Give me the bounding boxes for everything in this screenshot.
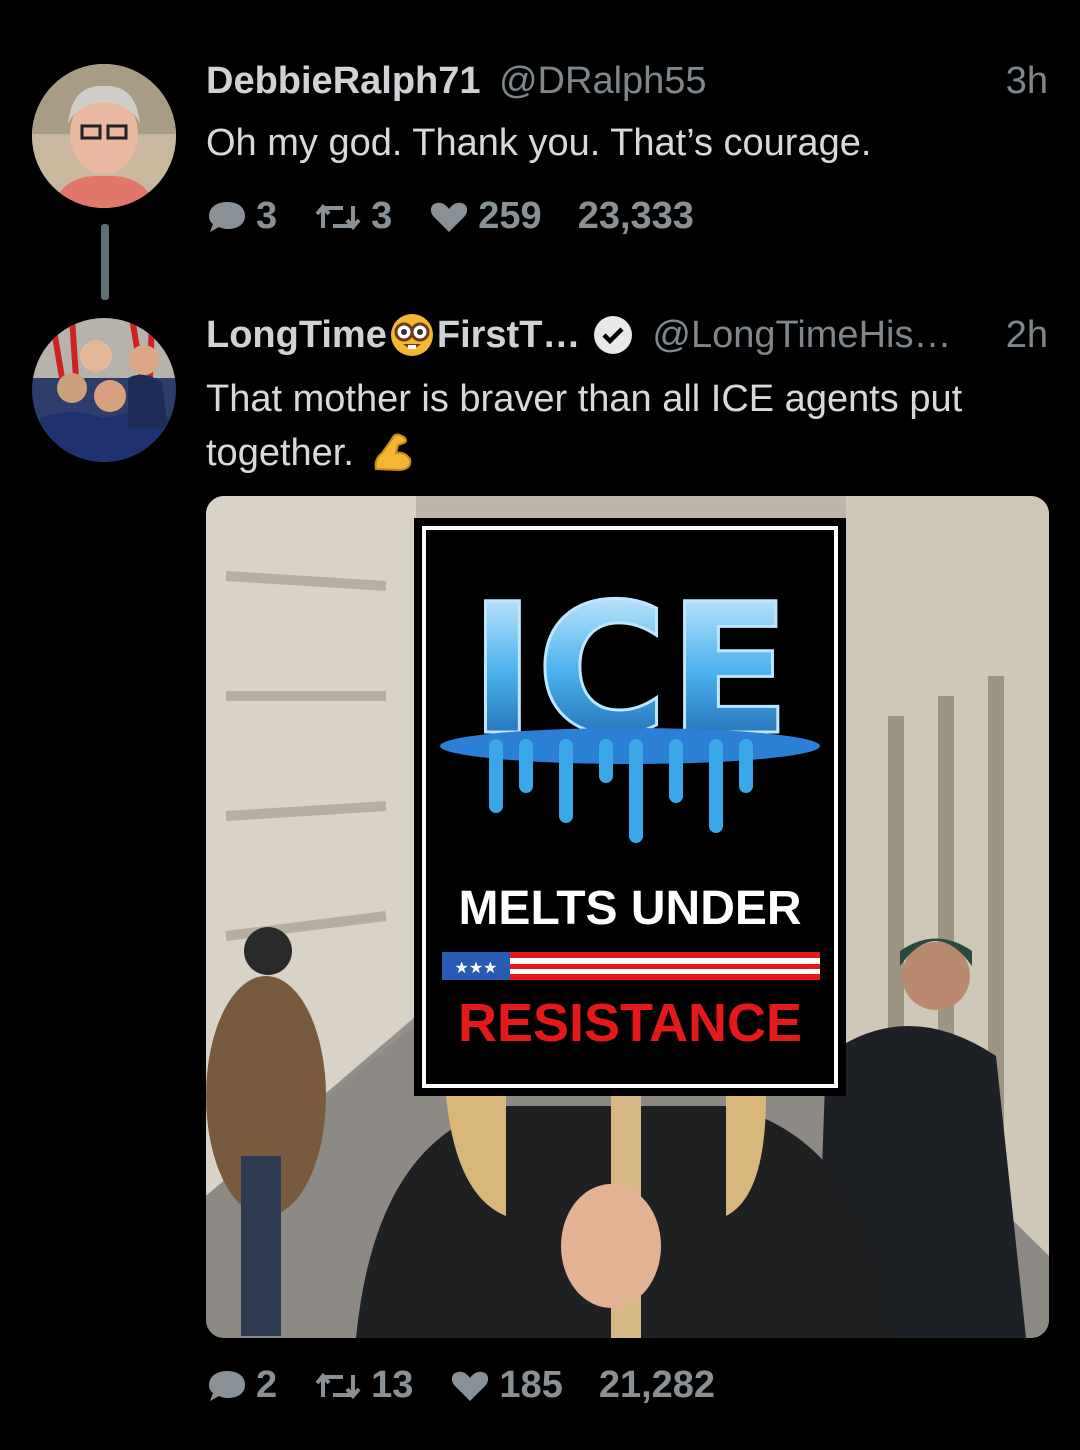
- avatar-image: [32, 318, 176, 462]
- tweet-media-image[interactable]: ICE MELTS UNDER ★★★ RESISTANCE: [206, 496, 1049, 1338]
- views-stat[interactable]: 21,282: [599, 1364, 715, 1407]
- avatar[interactable]: [32, 318, 176, 462]
- author-name-start[interactable]: LongTime: [206, 314, 387, 357]
- reply-count: 2: [256, 1364, 278, 1406]
- like-count: 185: [499, 1364, 563, 1406]
- views-stat[interactable]: 23,333: [578, 195, 694, 238]
- like-button[interactable]: 185: [449, 1364, 563, 1407]
- tweet-time[interactable]: 3h: [1006, 60, 1048, 103]
- avatar-image: [32, 64, 176, 208]
- retweet-button[interactable]: 3: [313, 195, 392, 238]
- sign-stars-icon: ★★★: [454, 958, 497, 977]
- protest-sign-photo: ICE MELTS UNDER ★★★ RESISTANCE: [206, 496, 1049, 1338]
- nerd-face-emoji-icon: [390, 314, 433, 356]
- tweet-2[interactable]: LongTime FirstT… @LongTimeHis… 2h That m…: [0, 300, 1080, 1450]
- tweet-time[interactable]: 2h: [1006, 314, 1048, 357]
- reply-button[interactable]: 3: [206, 195, 277, 238]
- view-count: 23,333: [577, 195, 694, 237]
- tweet-actions: 2 13 185 21,282: [206, 1364, 751, 1407]
- verified-badge-icon: [594, 316, 633, 354]
- like-count: 259: [478, 195, 542, 237]
- avatar[interactable]: [32, 64, 176, 208]
- tweet-text: That mother is braver than all ICE agent…: [206, 378, 963, 474]
- retweet-count: 13: [371, 1364, 414, 1406]
- sign-line-3: RESISTANCE: [458, 993, 802, 1053]
- retweet-count: 3: [371, 195, 393, 237]
- retweet-icon: [315, 203, 361, 230]
- flexed-biceps-emoji-icon: [375, 433, 412, 472]
- thread-connector: [101, 224, 109, 300]
- like-button[interactable]: 259: [428, 195, 542, 238]
- tweet-1[interactable]: DebbieRalph71 @DRalph55 3h Oh my god. Th…: [0, 40, 1080, 270]
- retweet-icon: [315, 1372, 361, 1399]
- tweet-text: Oh my god. Thank you. That’s courage.: [206, 122, 872, 164]
- view-count: 21,282: [598, 1364, 716, 1406]
- author-handle[interactable]: @DRalph55: [499, 60, 707, 102]
- reply-icon: [209, 1370, 245, 1401]
- heart-icon: [431, 202, 468, 232]
- reply-count: 3: [256, 195, 278, 237]
- author-name-end[interactable]: FirstT…: [437, 314, 581, 357]
- reply-button[interactable]: 2: [206, 1364, 277, 1407]
- retweet-button[interactable]: 13: [313, 1364, 413, 1407]
- heart-icon: [452, 1371, 489, 1401]
- author-handle[interactable]: @LongTimeHis…: [652, 314, 951, 357]
- tweet-actions: 3 3 259 23,333: [206, 195, 730, 238]
- author-name[interactable]: DebbieRalph71: [206, 60, 481, 102]
- sign-line-2: MELTS UNDER: [458, 882, 801, 935]
- reply-icon: [209, 201, 245, 232]
